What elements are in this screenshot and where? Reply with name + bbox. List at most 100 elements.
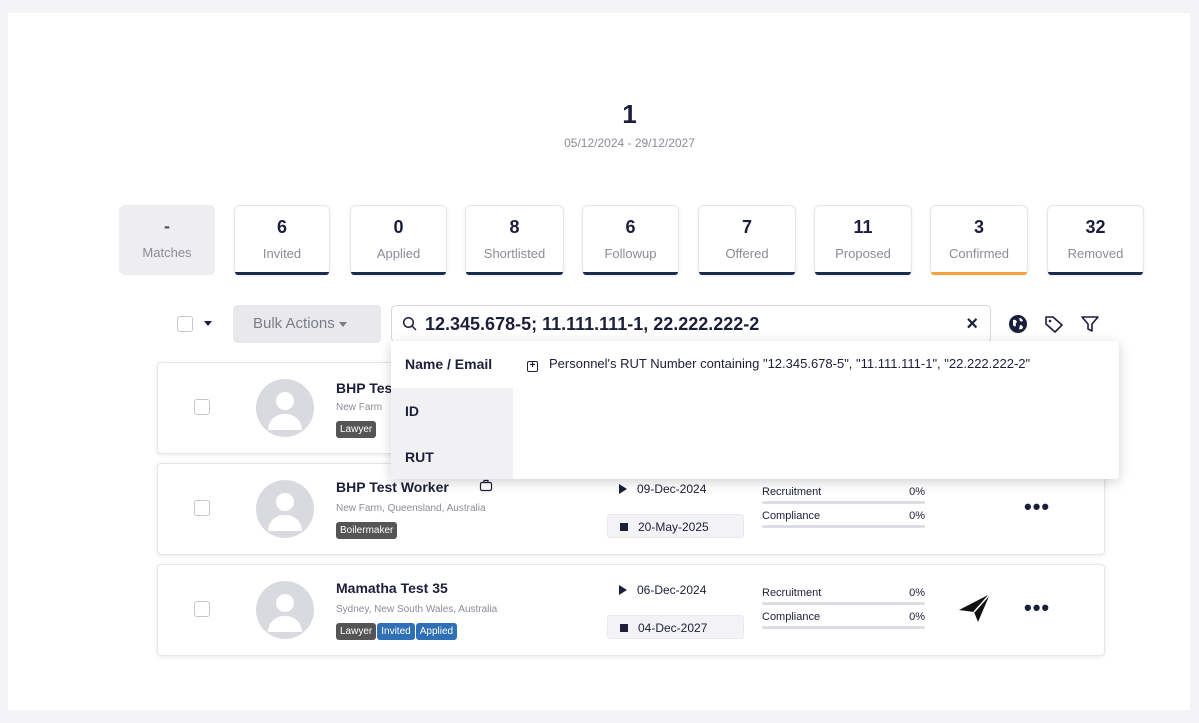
globe-icon[interactable] <box>1007 313 1029 335</box>
tab-matches[interactable]: - Matches <box>119 205 215 275</box>
candidate-tags: Boilermaker <box>336 520 398 539</box>
start-date: 09-Dec-2024 <box>607 477 744 501</box>
candidate-name[interactable]: BHP Test Worker <box>336 479 449 495</box>
end-date: 04-Dec-2027 <box>607 615 744 639</box>
play-icon <box>619 585 627 595</box>
compliance-progress: Compliance 0% <box>762 510 925 528</box>
stop-icon <box>620 624 628 632</box>
filter-icon[interactable] <box>1079 313 1101 335</box>
tag-icon[interactable] <box>1043 313 1065 335</box>
more-options-button[interactable]: ••• <box>1024 494 1050 520</box>
compliance-label: Compliance <box>762 510 821 522</box>
avatar <box>256 379 314 437</box>
progress-bar <box>762 525 925 528</box>
role-tag: Lawyer <box>336 421 377 438</box>
stage-count: 3 <box>973 217 984 237</box>
chevron-down-icon <box>338 321 347 327</box>
stage-label: Invited <box>262 246 302 261</box>
row-checkbox[interactable] <box>194 399 210 415</box>
stage-count: - <box>164 216 170 236</box>
status-badge: Applied <box>415 623 458 640</box>
stage-count: 32 <box>1085 217 1106 237</box>
stage-count: 11 <box>853 217 873 237</box>
select-all-dropdown[interactable] <box>169 305 225 343</box>
compliance-percent: 0% <box>909 611 925 623</box>
end-date-value: 04-Dec-2027 <box>638 621 708 635</box>
date-range: 05/12/2024 - 29/12/2027 <box>564 136 695 150</box>
progress-bar <box>762 626 925 629</box>
progress-bar <box>762 501 925 504</box>
search-icon <box>402 316 417 331</box>
tab-rut[interactable]: RUT <box>391 435 513 479</box>
stage-label: Confirmed <box>949 246 1009 261</box>
candidate-location: New Farm <box>336 402 383 413</box>
recruitment-percent: 0% <box>909 587 925 599</box>
clear-search-button[interactable]: × <box>966 313 978 336</box>
tab-name-email[interactable]: Name / Email <box>391 341 513 388</box>
end-date: 20-May-2025 <box>607 514 744 538</box>
compliance-label: Compliance <box>762 611 821 623</box>
send-icon[interactable] <box>956 591 994 625</box>
add-filter-icon: + <box>527 361 538 372</box>
recruitment-progress: Recruitment 0% <box>762 486 925 504</box>
candidate-card[interactable]: Mamatha Test 35 Sydney, New South Wales,… <box>157 564 1105 656</box>
candidate-tags: Lawyer <box>336 419 377 438</box>
stage-label: Removed <box>1067 246 1124 261</box>
candidate-location: Sydney, New South Wales, Australia <box>336 604 498 615</box>
compliance-progress: Compliance 0% <box>762 611 925 629</box>
row-checkbox[interactable] <box>194 601 210 617</box>
stage-count: 6 <box>276 217 287 237</box>
progress-bar <box>762 602 925 605</box>
page-title: 1 <box>622 99 637 129</box>
candidate-location: New Farm, Queensland, Australia <box>336 503 486 514</box>
toolbar: Bulk Actions × <box>0 305 1199 345</box>
tab-offered[interactable]: 7 Offered <box>698 205 796 275</box>
tab-confirmed[interactable]: 3 Confirmed <box>930 205 1028 275</box>
recruitment-progress: Recruitment 0% <box>762 587 925 605</box>
search-box[interactable]: × <box>391 305 991 343</box>
stage-label: Applied <box>376 246 421 261</box>
role-tag: Boilermaker <box>336 522 398 539</box>
stage-count: 7 <box>741 217 752 237</box>
stage-label: Shortlisted <box>483 246 546 261</box>
chevron-down-icon[interactable] <box>204 321 212 326</box>
bulk-actions-button[interactable]: Bulk Actions <box>233 305 381 343</box>
select-all-checkbox[interactable] <box>177 316 193 332</box>
start-date-value: 06-Dec-2024 <box>637 583 707 597</box>
search-input[interactable] <box>425 308 945 340</box>
search-suggestion-option[interactable]: + Personnel's RUT Number containing "12.… <box>527 355 1107 372</box>
tab-removed[interactable]: 32 Removed <box>1047 205 1144 275</box>
avatar <box>256 480 314 538</box>
play-icon <box>619 484 627 494</box>
search-suggestions-dropdown: Name / Email ID RUT + Personnel's RUT Nu… <box>391 341 1119 479</box>
start-date: 06-Dec-2024 <box>607 578 744 602</box>
more-options-button[interactable]: ••• <box>1024 595 1050 621</box>
tab-invited[interactable]: 6 Invited <box>234 205 330 275</box>
tab-followup[interactable]: 6 Followup <box>582 205 679 275</box>
candidate-name[interactable]: BHP Test <box>336 380 397 396</box>
stage-label: Matches <box>142 245 192 260</box>
stage-count: 0 <box>393 217 404 237</box>
recruitment-percent: 0% <box>909 486 925 498</box>
role-tag: Lawyer <box>336 623 377 640</box>
stage-label: Offered <box>725 246 769 261</box>
briefcase-icon <box>479 479 493 492</box>
candidate-name[interactable]: Mamatha Test 35 <box>336 580 448 596</box>
suggestion-text: Personnel's RUT Number containing "12.34… <box>549 356 1031 371</box>
stage-label: Followup <box>604 246 657 261</box>
stage-label: Proposed <box>835 246 891 261</box>
stage-count: 6 <box>625 217 636 237</box>
end-date-value: 20-May-2025 <box>638 520 709 534</box>
tab-id[interactable]: ID <box>391 388 513 435</box>
row-checkbox[interactable] <box>194 500 210 516</box>
tab-applied[interactable]: 0 Applied <box>350 205 447 275</box>
recruitment-label: Recruitment <box>762 587 822 599</box>
tab-shortlisted[interactable]: 8 Shortlisted <box>465 205 564 275</box>
avatar <box>256 581 314 639</box>
stage-count: 8 <box>509 217 520 237</box>
stop-icon <box>620 523 628 531</box>
tab-proposed[interactable]: 11 Proposed <box>814 205 912 275</box>
bulk-actions-label: Bulk Actions <box>253 315 335 332</box>
start-date-value: 09-Dec-2024 <box>637 482 707 496</box>
compliance-percent: 0% <box>909 510 925 522</box>
